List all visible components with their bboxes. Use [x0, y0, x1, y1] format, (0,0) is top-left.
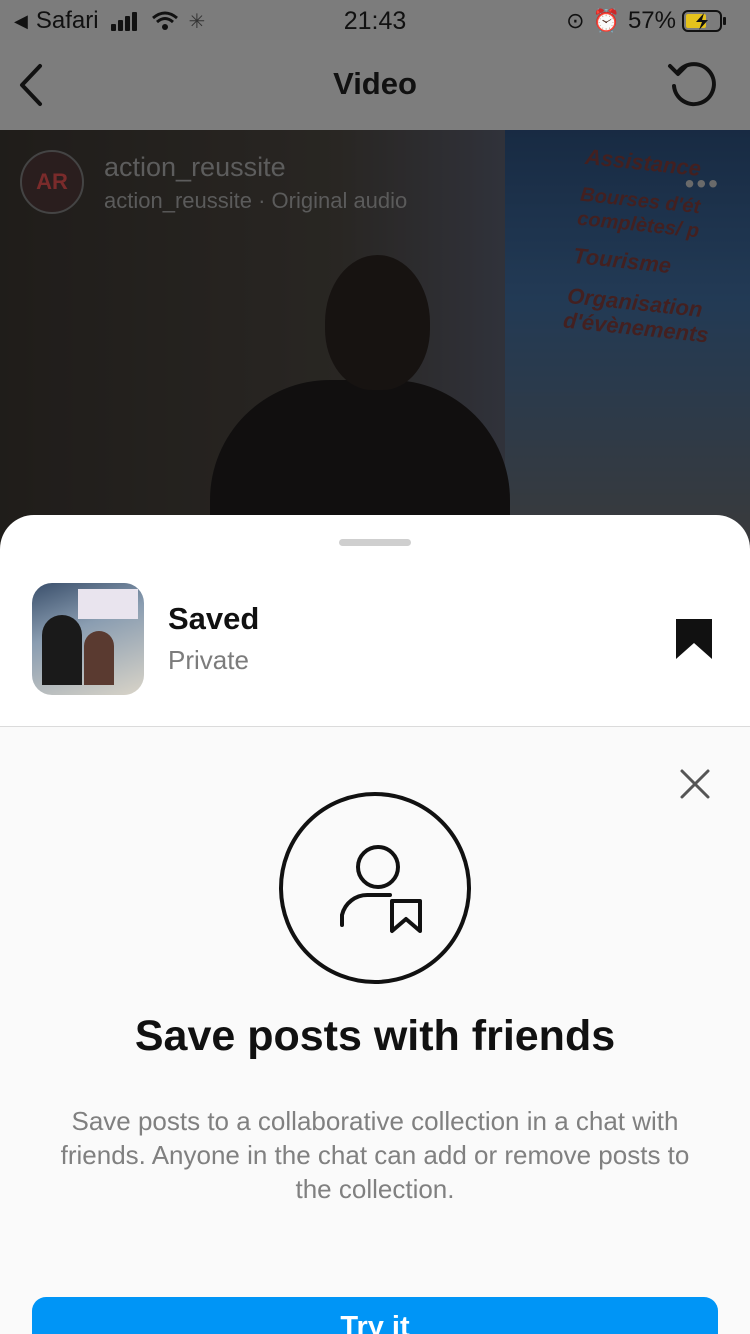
- person-bookmark-icon: [340, 845, 422, 933]
- thumbnail-person: [84, 631, 114, 685]
- orientation-lock-icon: ⊙: [566, 8, 585, 33]
- saved-post-thumbnail: [32, 583, 144, 695]
- status-right: ⊙ ⏰ 57%: [566, 7, 728, 35]
- battery-charging-icon: [682, 10, 726, 32]
- collab-collection-promo: Save posts with friends Save posts to a …: [0, 727, 750, 1334]
- page-title: Video: [333, 66, 417, 101]
- battery-percent: 57%: [627, 7, 676, 34]
- account-username[interactable]: action_reussite: [104, 152, 286, 183]
- more-options-icon[interactable]: •••: [685, 168, 720, 200]
- avatar-logo-text: AR: [36, 169, 68, 194]
- sheet-drag-handle[interactable]: [339, 539, 411, 546]
- try-it-button[interactable]: Try it: [32, 1297, 718, 1334]
- account-avatar[interactable]: AR: [20, 150, 84, 214]
- video-player[interactable]: Assistance Bourses d'ét complètes/ p Tou…: [0, 130, 750, 550]
- save-bottom-sheet: Saved Private Save posts with friends Sa…: [0, 515, 750, 1334]
- promo-illustration: [279, 792, 471, 984]
- promo-description: Save posts to a collaborative collection…: [60, 1106, 690, 1204]
- top-nav: Video: [0, 40, 750, 130]
- promo-title: Save posts with friends: [134, 1012, 616, 1060]
- close-icon[interactable]: [678, 767, 712, 801]
- thumbnail-banner: [78, 589, 138, 619]
- saved-collection-privacy: Private: [168, 645, 249, 675]
- refresh-icon[interactable]: [666, 58, 720, 112]
- thumbnail-person: [42, 615, 82, 685]
- bookmark-filled-icon[interactable]: [672, 617, 716, 661]
- audio-attribution[interactable]: action_reussite · Original audio: [104, 188, 407, 214]
- status-bar: ◀ Safari ✳ 21:43 ⊙ ⏰ 57%: [0, 0, 750, 40]
- saved-collection-title: Saved: [168, 601, 260, 636]
- alarm-icon: ⏰: [592, 8, 620, 33]
